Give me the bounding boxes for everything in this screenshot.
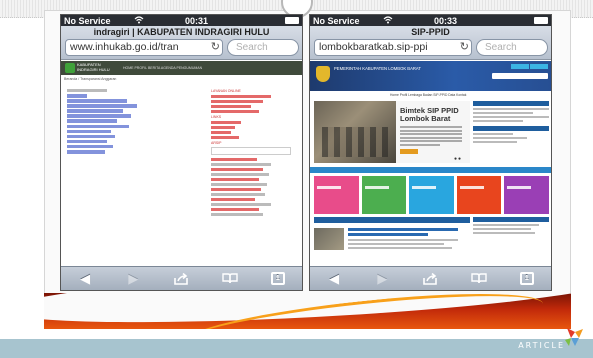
battery-icon [285,17,299,24]
safari-toolbar: ◀ ▶ 1 [310,266,551,290]
status-bar: No Service 00:31 [61,15,302,26]
back-icon[interactable]: ◀ [322,270,346,288]
service-tile[interactable] [361,176,407,214]
slide-decorative-swoosh [44,293,571,329]
breadcrumb: Beranda / Transparansi Anggaran [64,77,117,81]
read-more-button[interactable] [400,149,418,154]
clock-time: 00:33 [433,15,458,26]
carrier-label: No Service [313,15,360,26]
url-text: www.inhukab.go.id/tran [70,41,179,53]
news-item[interactable] [314,226,470,266]
phone-screenshot-left: No Service 00:31 indragiri | KABUPATEN I… [60,14,303,291]
sidebar: LAYANAN ONLINE LINKS ARSIP [211,89,291,218]
service-tile[interactable] [409,176,454,214]
status-bar: No Service 00:33 [310,15,551,26]
news-thumbnail [314,228,344,250]
tabs-icon: 1 [519,272,534,285]
site-search-input[interactable] [492,73,548,79]
sidebar-lower [473,217,549,236]
site-logo-icon [65,63,75,73]
service-tile[interactable] [456,176,502,214]
back-icon[interactable]: ◀ [73,270,97,288]
archive-box [211,147,291,155]
share-icon[interactable] [169,270,193,288]
tabs-button[interactable]: 1 [266,270,290,288]
sidebar-heading: LINKS [211,115,222,119]
site-nav: HOME PROFIL BERITA AGENDA PENGUMUMAN [123,66,203,70]
phone-screenshot-right: No Service 00:33 SIP-PPID lombokbaratkab… [309,14,552,291]
service-tile[interactable] [314,176,359,214]
reload-icon[interactable]: ↻ [460,40,469,53]
page-title: indragiri | KABUPATEN INDRAGIRI HULU [93,27,270,37]
safari-address-bar: SIP-PPID lombokbaratkab.sip-ppi ↻ Search [310,26,551,60]
service-tiles [314,176,549,214]
search-input[interactable]: Search [227,39,299,56]
tabs-icon: 1 [270,272,285,285]
slider-dots[interactable]: ●● [454,156,462,162]
sidebar-heading: ARSIP [211,141,222,145]
site-header: PEMERINTAH KABUPATEN LOMBOK BARAT [310,61,551,91]
web-content-viewport[interactable]: KABUPATEN INDRAGIRI HULU HOME PROFIL BER… [61,61,302,268]
battery-icon [534,17,548,24]
header-button[interactable] [511,64,529,69]
sidebar-heading: LAYANAN ONLINE [211,89,241,93]
main-content-links [67,89,167,155]
reload-icon[interactable]: ↻ [211,40,220,53]
search-input[interactable]: Search [476,39,548,56]
article-logo-icon [563,326,585,352]
news-section-header [314,217,470,223]
site-name: PEMERINTAH KABUPATEN LOMBOK BARAT [334,66,421,71]
page-title: SIP-PPID [411,27,450,37]
site-header: KABUPATEN INDRAGIRI HULU HOME PROFIL BER… [61,61,302,75]
sidebar [473,101,549,145]
bookmarks-icon[interactable] [218,270,242,288]
url-field[interactable]: lombokbaratkab.sip-ppi ↻ [314,39,472,56]
site-nav: Home Profil Lembaga Badan SIP-PPID Data … [310,91,551,99]
footer-label: ARTICLE [518,341,565,350]
bookmarks-icon[interactable] [467,270,491,288]
url-field[interactable]: www.inhukab.go.id/tran ↻ [65,39,223,56]
featured-excerpt [400,126,462,148]
section-banner [310,167,551,173]
featured-headline: Bimtek SIP PPID Lombok Barat [400,106,459,123]
header-button[interactable] [530,64,548,69]
clock-time: 00:31 [184,15,209,26]
site-body: LAYANAN ONLINE LINKS ARSIP [61,83,302,268]
safari-toolbar: ◀ ▶ 1 [61,266,302,290]
url-text: lombokbaratkab.sip-ppi [319,41,428,53]
forward-icon[interactable]: ▶ [121,270,145,288]
slide-footer-bar [0,339,593,358]
carrier-label: No Service [64,15,111,26]
wifi-icon [383,15,397,26]
site-body: Bimtek SIP PPID Lombok Barat ●● [310,99,551,268]
featured-photo [314,101,396,163]
forward-icon[interactable]: ▶ [370,270,394,288]
wifi-icon [134,15,148,26]
regency-emblem-icon [316,66,330,82]
share-icon[interactable] [418,270,442,288]
featured-slider[interactable]: Bimtek SIP PPID Lombok Barat ●● [314,101,470,163]
web-content-viewport[interactable]: PEMERINTAH KABUPATEN LOMBOK BARAT Home P… [310,61,551,268]
service-tile[interactable] [504,176,549,214]
site-name: KABUPATEN INDRAGIRI HULU [77,62,110,72]
safari-address-bar: indragiri | KABUPATEN INDRAGIRI HULU www… [61,26,302,60]
tabs-button[interactable]: 1 [515,270,539,288]
